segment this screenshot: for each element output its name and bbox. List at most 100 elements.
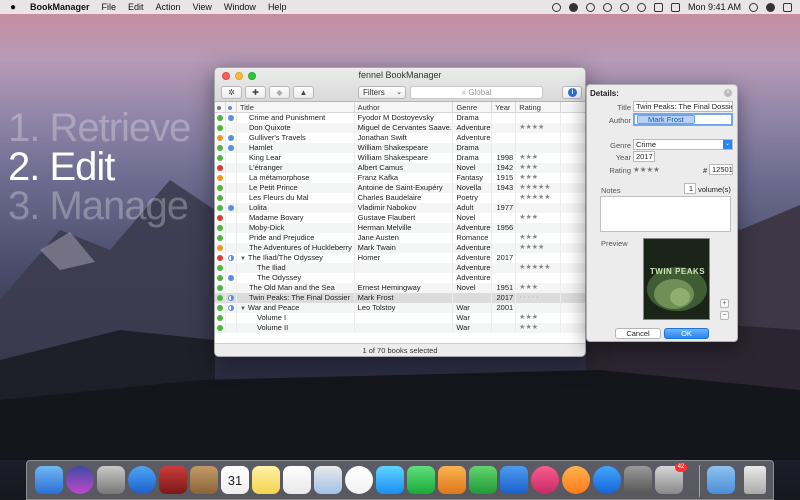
row-rating[interactable]: ★★★ bbox=[516, 233, 562, 243]
system-preferences-icon[interactable] bbox=[624, 466, 652, 494]
status-dot-icon[interactable] bbox=[217, 215, 223, 221]
status-dot-icon[interactable] bbox=[217, 175, 223, 181]
row-rating[interactable]: ★★★ bbox=[516, 163, 562, 173]
table-row[interactable]: Lolita Vladimir Nabokov Adult 1977 bbox=[215, 203, 585, 213]
table-row[interactable]: King Lear William Shakespeare Drama 1998 ★★★ bbox=[215, 153, 585, 163]
status-dot-icon[interactable] bbox=[217, 225, 223, 231]
status-dot-icon[interactable] bbox=[217, 275, 223, 281]
table-row[interactable]: Gulliver's Travels Jonathan Swift Adventur… bbox=[215, 133, 585, 143]
row-rating[interactable]: ★★★★★ bbox=[516, 263, 562, 273]
column-rating[interactable]: Rating bbox=[516, 102, 562, 112]
row-rating[interactable] bbox=[516, 143, 562, 153]
row-rating[interactable]: ★★★ bbox=[516, 153, 562, 163]
status-dot-icon[interactable] bbox=[217, 115, 223, 121]
status-dot-icon[interactable] bbox=[217, 185, 223, 191]
disclosure-triangle-icon[interactable]: ▼ bbox=[240, 306, 246, 312]
column-year[interactable]: Year bbox=[492, 102, 517, 112]
flag-icon[interactable] bbox=[227, 145, 234, 151]
battery-icon[interactable] bbox=[653, 2, 663, 12]
menu-edit[interactable]: Edit bbox=[128, 2, 144, 12]
tag-button[interactable]: ◆ bbox=[269, 86, 290, 99]
genre-combobox[interactable]: Crime ⌄ bbox=[633, 139, 733, 150]
column-author[interactable]: Author bbox=[355, 102, 454, 112]
status-dot-icon[interactable] bbox=[217, 195, 223, 201]
add-preview-button[interactable]: + bbox=[720, 299, 729, 308]
half-flag-icon[interactable] bbox=[227, 295, 234, 301]
column-genre[interactable]: Genre bbox=[453, 102, 493, 112]
row-rating[interactable]: ★★★ bbox=[516, 283, 562, 293]
row-rating[interactable]: · · · · · bbox=[516, 293, 562, 303]
numbers-icon[interactable] bbox=[469, 466, 497, 494]
table-row[interactable]: Le Petit Prince Antoine de Saint-Exupéry N… bbox=[215, 183, 585, 193]
author-token[interactable]: Mark Frost bbox=[637, 115, 695, 124]
column-flag[interactable] bbox=[226, 102, 237, 112]
calendar-icon[interactable]: 31 bbox=[221, 466, 249, 494]
siri-icon[interactable] bbox=[66, 466, 94, 494]
app-store-icon[interactable] bbox=[593, 466, 621, 494]
menu-app-name[interactable]: BookManager bbox=[30, 2, 90, 12]
row-rating[interactable]: ★★★ bbox=[516, 173, 562, 183]
row-rating[interactable]: ★★★ bbox=[516, 213, 562, 223]
row-rating[interactable] bbox=[516, 303, 562, 313]
column-title[interactable]: Title bbox=[237, 102, 355, 112]
status-dot-icon[interactable] bbox=[217, 245, 223, 251]
volumes-count-field[interactable]: 1 bbox=[684, 183, 696, 194]
spotlight-icon[interactable] bbox=[749, 2, 758, 12]
menu-view[interactable]: View bbox=[193, 2, 212, 12]
notes-textarea[interactable] bbox=[600, 196, 731, 232]
year-field[interactable]: 2017 bbox=[633, 151, 655, 162]
half-flag-icon[interactable] bbox=[227, 305, 234, 311]
row-rating[interactable]: ★★★★ bbox=[516, 243, 562, 253]
table-row[interactable]: Madame Bovary Gustave Flaubert Novel ★★★ bbox=[215, 213, 585, 223]
contacts-icon[interactable] bbox=[190, 466, 218, 494]
siri-status-icon[interactable] bbox=[766, 2, 775, 12]
status-extension-icon[interactable] bbox=[551, 2, 561, 12]
flag-icon[interactable] bbox=[227, 135, 234, 141]
status-dot-icon[interactable] bbox=[217, 325, 223, 331]
row-rating[interactable] bbox=[516, 113, 562, 123]
table-row[interactable]: Don Quixote Miguel de Cervantes Saave... A… bbox=[215, 123, 585, 133]
search-field[interactable]: ⌕ Global bbox=[410, 86, 543, 99]
remove-preview-button[interactable]: − bbox=[720, 311, 729, 320]
status-dot-icon[interactable] bbox=[217, 305, 223, 311]
cover-preview-image[interactable]: TWIN PEAKS bbox=[643, 238, 710, 320]
wifi-icon[interactable] bbox=[636, 2, 646, 12]
row-rating[interactable]: ★★★ bbox=[516, 323, 562, 333]
status-dot-icon[interactable] bbox=[217, 265, 223, 271]
status-globe-icon[interactable] bbox=[585, 2, 595, 12]
messages-icon[interactable] bbox=[376, 466, 404, 494]
author-field[interactable]: Mark Frost bbox=[633, 113, 733, 126]
menu-action[interactable]: Action bbox=[156, 2, 181, 12]
pages-icon[interactable] bbox=[438, 466, 466, 494]
status-dot-icon[interactable] bbox=[217, 155, 223, 161]
table-row[interactable]: The Odyssey Adventure bbox=[215, 273, 585, 283]
finder-icon[interactable] bbox=[35, 466, 63, 494]
table-row[interactable]: The Iliad Adventure ★★★★★ bbox=[215, 263, 585, 273]
keynote-icon[interactable] bbox=[500, 466, 528, 494]
flag-icon[interactable] bbox=[227, 205, 234, 211]
photos-icon[interactable] bbox=[345, 466, 373, 494]
notes-icon[interactable] bbox=[252, 466, 280, 494]
row-rating[interactable] bbox=[516, 273, 562, 283]
display-icon[interactable] bbox=[670, 2, 680, 12]
close-icon[interactable]: × bbox=[724, 89, 732, 97]
ok-button[interactable]: OK bbox=[664, 328, 709, 339]
itunes-icon[interactable] bbox=[531, 466, 559, 494]
status-dot-icon[interactable] bbox=[217, 255, 223, 261]
disclosure-triangle-icon[interactable]: ▼ bbox=[240, 256, 246, 262]
table-row[interactable]: La métamorphose Franz Kafka Fantasy 1915 ★★★ bbox=[215, 173, 585, 183]
table-row[interactable]: Pride and Prejudice Jane Austen Romance ★★★ bbox=[215, 233, 585, 243]
status-dot-icon[interactable] bbox=[217, 125, 223, 131]
row-rating[interactable] bbox=[516, 253, 562, 263]
menu-window[interactable]: Window bbox=[224, 2, 256, 12]
row-rating[interactable] bbox=[516, 133, 562, 143]
number-field[interactable]: 12501 bbox=[709, 164, 733, 175]
flag-icon[interactable] bbox=[227, 275, 234, 281]
table-row[interactable]: L'étranger Albert Camus Novel 1942 ★★★ bbox=[215, 163, 585, 173]
row-rating[interactable]: ★★★★ bbox=[516, 123, 562, 133]
table-row[interactable]: The Adventures of Huckleberry FinnMark T… bbox=[215, 243, 585, 253]
status-dot-icon[interactable] bbox=[217, 235, 223, 241]
table-row[interactable]: Twin Peaks: The Final Dossier Mark Frost 2… bbox=[215, 293, 585, 303]
cancel-button[interactable]: Cancel bbox=[615, 328, 661, 339]
table-row[interactable]: Hamlet William Shakespeare Drama bbox=[215, 143, 585, 153]
